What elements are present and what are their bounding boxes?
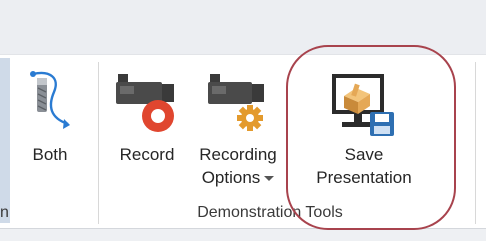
save-presentation-button[interactable]: Save Presentation: [298, 64, 430, 198]
group-label-demonstration-tools: Demonstration Tools: [197, 204, 343, 221]
save-presentation-label-line2: Presentation: [316, 168, 412, 187]
curved-path-arrow-icon: [28, 66, 74, 139]
ribbon-top-divider: [0, 54, 486, 55]
recording-options-label-line1: Recording: [199, 145, 277, 164]
group-separator: [98, 62, 99, 224]
group-separator: [475, 62, 476, 224]
selected-button-edge: [0, 58, 10, 223]
recording-options-label-line2: Options: [190, 167, 286, 189]
save-presentation-label-line1: Save: [344, 145, 384, 164]
record-label: Record: [119, 145, 175, 164]
both-label: Both: [32, 145, 68, 164]
dropdown-caret-icon[interactable]: [264, 176, 275, 182]
ribbon-top-band: [0, 0, 486, 55]
video-camera-gear-icon: [206, 68, 270, 139]
video-camera-record-icon: [114, 68, 180, 143]
recording-options-button[interactable]: Recording Options: [190, 64, 286, 198]
both-button[interactable]: Both: [16, 64, 84, 198]
monitor-save-icon: [328, 72, 400, 143]
ribbon-bottom-band: [0, 229, 486, 241]
record-button[interactable]: Record: [110, 64, 184, 198]
previous-group-label: n: [0, 204, 9, 221]
